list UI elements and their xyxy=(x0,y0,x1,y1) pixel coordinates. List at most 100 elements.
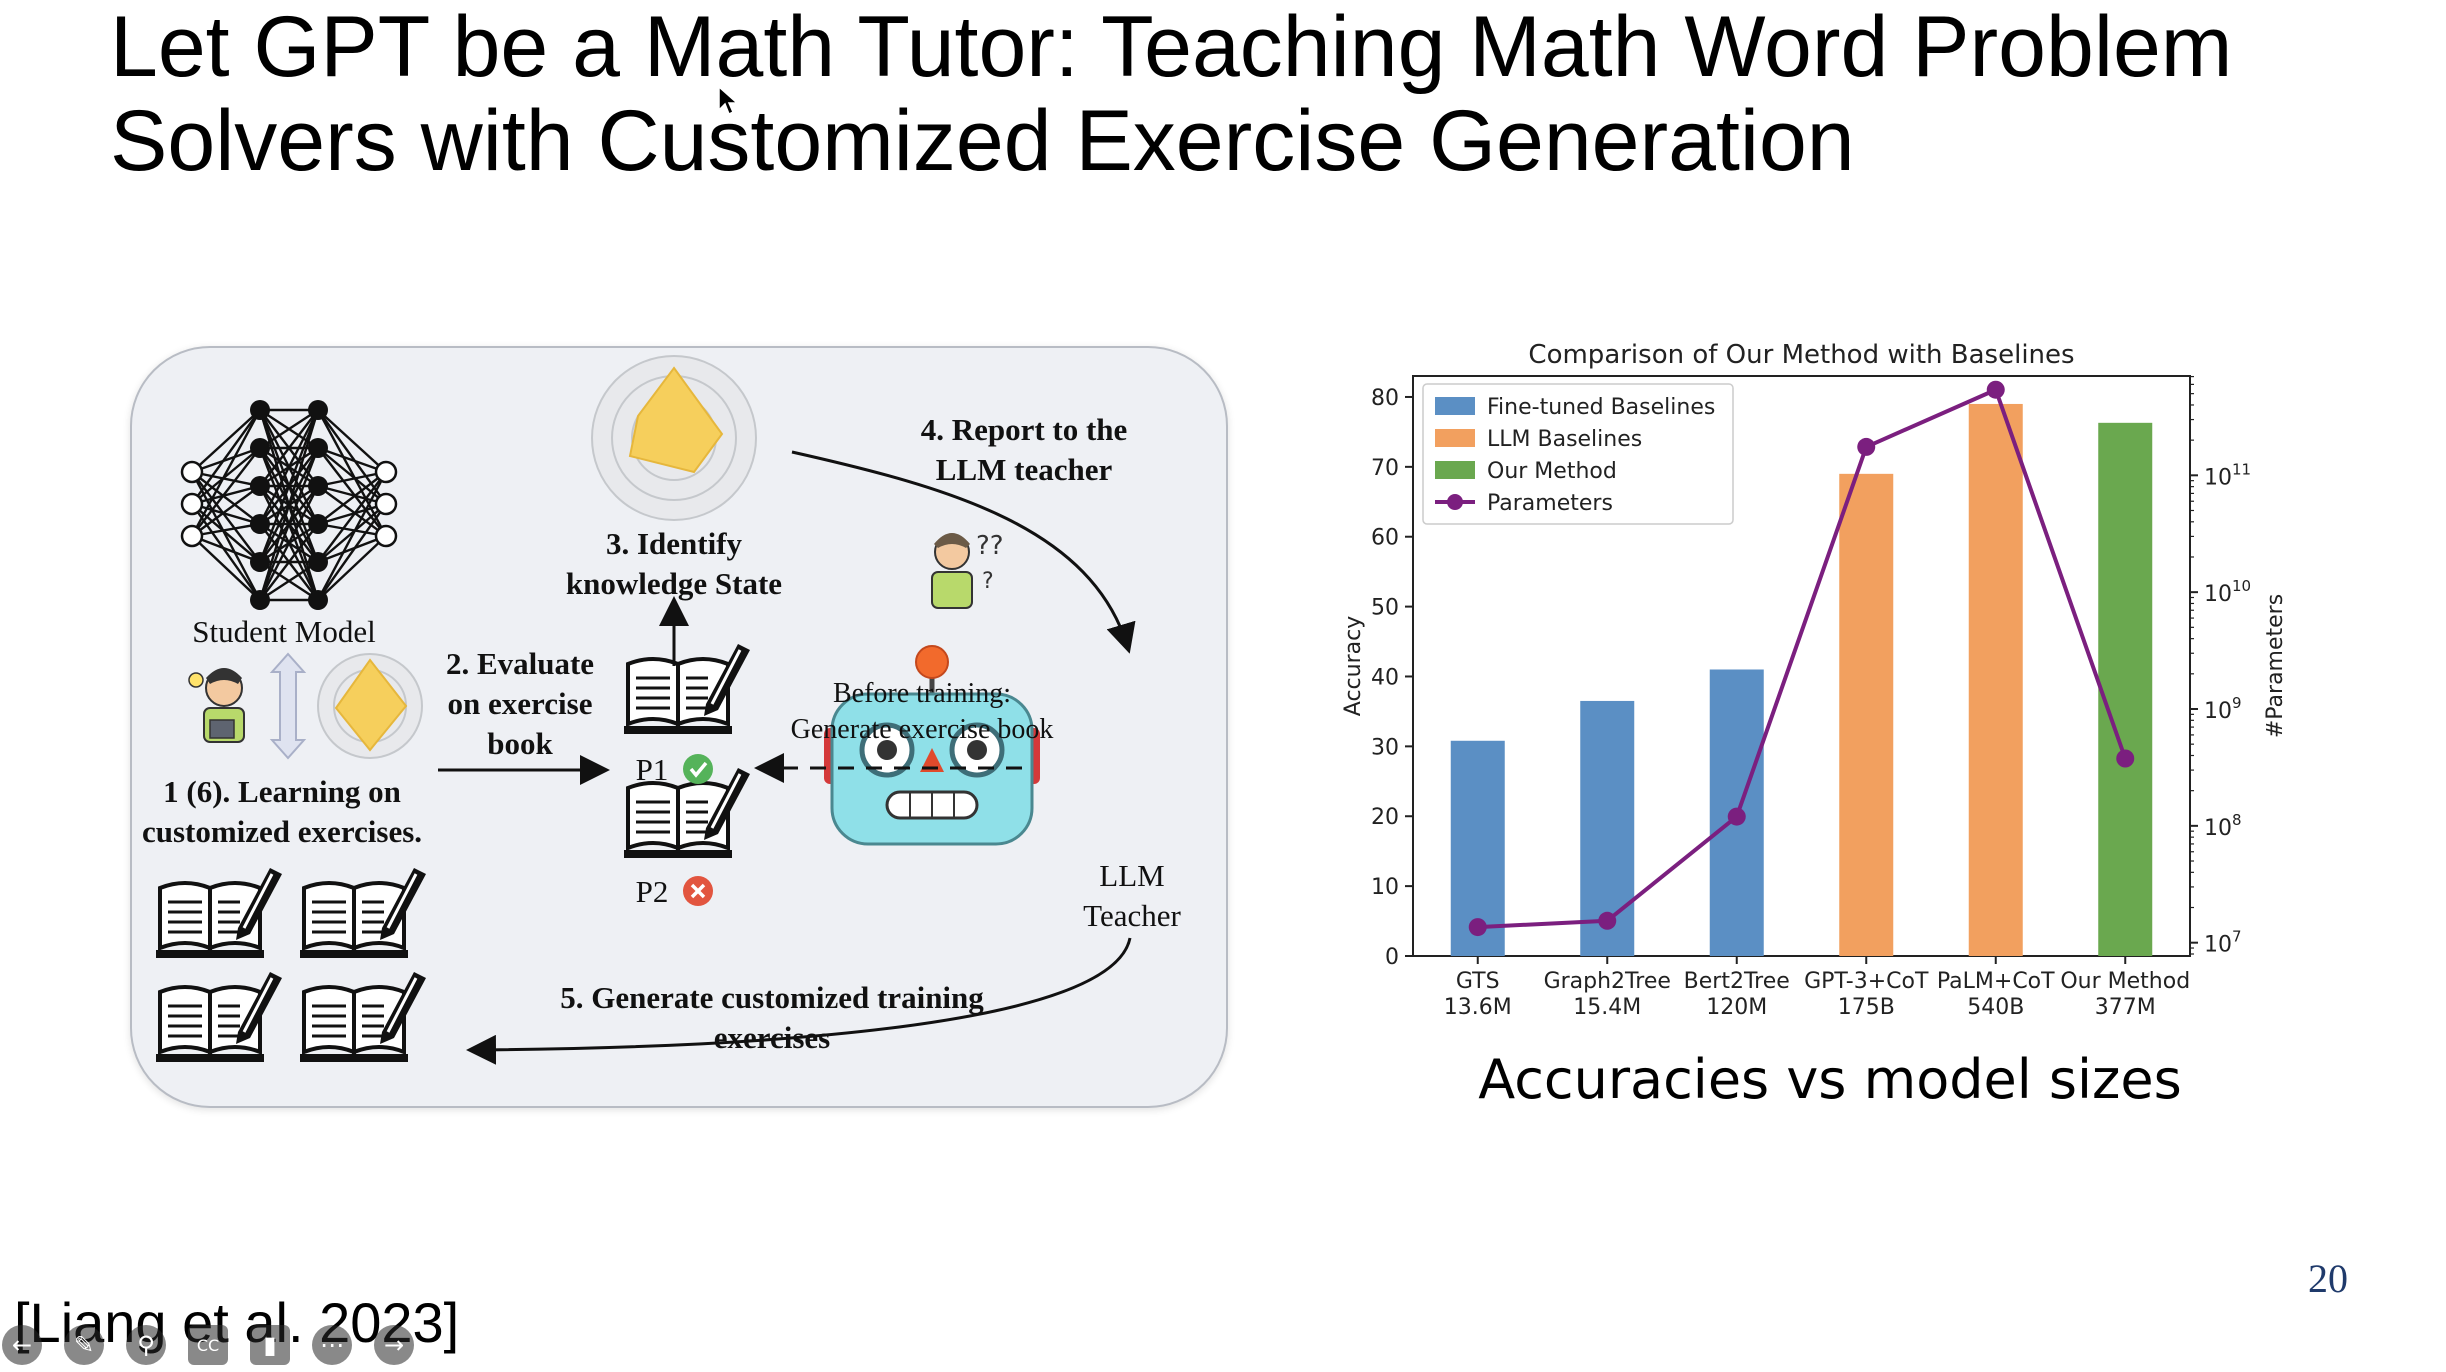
network-node xyxy=(308,438,328,458)
slide-title: Let GPT be a Math Tutor: Teaching Math W… xyxy=(110,0,2360,188)
parameter-point xyxy=(2116,749,2135,768)
svg-text:?: ? xyxy=(982,569,994,594)
network-node xyxy=(308,590,328,610)
training-book-icon xyxy=(156,868,282,958)
step1-line2: customized exercises. xyxy=(141,814,423,849)
y2-tick-label: 107 xyxy=(2204,928,2242,958)
chart-caption: Accuracies vs model sizes xyxy=(1478,1048,2182,1111)
bar xyxy=(1839,473,1894,956)
more-icon[interactable]: ⋯ xyxy=(312,1325,352,1365)
exchange-arrow-icon xyxy=(269,652,307,760)
svg-text:??: ?? xyxy=(976,531,1004,561)
x-tick-label: 377M xyxy=(2095,995,2156,1020)
step3-label: 3. Identify knowledge State xyxy=(534,524,814,604)
slide-title-line2: Solvers with Customized Exercise Generat… xyxy=(110,93,1855,189)
legend-label: Fine-tuned Baselines xyxy=(1487,395,1715,420)
legend-swatch xyxy=(1435,461,1475,479)
network-node xyxy=(180,492,204,516)
y2-tick-label: 1011 xyxy=(2204,460,2251,490)
y-tick-label: 70 xyxy=(1371,456,1399,481)
training-book-icon xyxy=(156,972,282,1062)
step4-line2: LLM teacher xyxy=(935,452,1113,487)
parameter-point xyxy=(1468,918,1487,937)
step2-label: 2. Evaluate on exercise book xyxy=(430,644,610,764)
chart-svg: Comparison of Our Method with Baselines 0… xyxy=(1341,340,2288,1020)
network-node xyxy=(308,400,328,420)
network-node xyxy=(374,460,398,484)
neural-network-icon xyxy=(190,408,388,602)
wrong-cross-icon xyxy=(683,876,713,906)
step2-line3: book xyxy=(487,726,553,761)
student-radar-icon xyxy=(317,653,423,759)
x-tick-label: GPT-3+CoT xyxy=(1804,969,1929,994)
parameter-point xyxy=(1598,911,1617,930)
legend-label: Our Method xyxy=(1487,459,1617,484)
teacher-line2: Teacher xyxy=(1083,898,1181,933)
y2-axis-label: #Parameters xyxy=(2263,594,2288,738)
network-node xyxy=(180,460,204,484)
cc-icon[interactable]: CC xyxy=(188,1325,228,1365)
y-tick-label: 50 xyxy=(1371,596,1399,621)
x-tick-label: GTS xyxy=(1456,969,1500,994)
correct-check-icon xyxy=(683,754,713,784)
back-arrow-icon[interactable]: ← xyxy=(2,1325,42,1365)
network-node xyxy=(308,552,328,572)
p2-label: P2 xyxy=(635,874,669,909)
step5-line2: exercises xyxy=(713,1020,831,1055)
y-axis-label: Accuracy xyxy=(1341,616,1366,716)
network-node xyxy=(250,590,270,610)
x-tick-label: 13.6M xyxy=(1444,995,1512,1020)
network-node xyxy=(180,524,204,548)
student-model-label: Student Model xyxy=(192,614,376,649)
step2-line2: on exercise xyxy=(447,686,593,721)
before-line1: Before training: xyxy=(832,678,1012,709)
step5-label: 5. Generate customized training exercise… xyxy=(512,978,1032,1058)
video-icon[interactable]: ▮ xyxy=(250,1325,290,1365)
presentation-toolbar: ← ✎ ⚲ CC ▮ ⋯ → xyxy=(0,1318,422,1372)
network-node xyxy=(250,514,270,534)
chart-legend: Fine-tuned Baselines LLM Baselines Our Met… xyxy=(1422,383,1734,525)
step4-line1: 4. Report to the xyxy=(920,412,1128,447)
y2-tick-label: 108 xyxy=(2204,811,2242,841)
before-line2: Generate exercise book xyxy=(790,714,1054,745)
before-training-label: Before training: Generate exercise book xyxy=(742,676,1102,748)
x-tick-label: Graph2Tree xyxy=(1544,969,1671,994)
y-tick-label: 10 xyxy=(1371,875,1399,900)
y-tick-label: 40 xyxy=(1371,665,1399,690)
training-book-icon xyxy=(300,868,426,958)
x-tick-label: Our Method xyxy=(2060,969,2190,994)
legend-swatch xyxy=(1435,429,1475,447)
parameter-point xyxy=(1857,437,1876,456)
bar xyxy=(2098,422,2153,956)
y-tick-label: 20 xyxy=(1371,805,1399,830)
zoom-icon[interactable]: ⚲ xyxy=(126,1325,166,1365)
network-node xyxy=(308,514,328,534)
network-node xyxy=(374,524,398,548)
network-node xyxy=(374,492,398,516)
forward-arrow-icon[interactable]: → xyxy=(374,1325,414,1365)
legend-swatch xyxy=(1435,397,1475,415)
x-tick-label: Bert2Tree xyxy=(1684,969,1790,994)
parameter-point xyxy=(1727,807,1746,826)
network-node xyxy=(250,400,270,420)
y-tick-label: 80 xyxy=(1371,386,1399,411)
mouse-cursor-icon xyxy=(718,86,739,116)
step1-label: 1 (6). Learning on customized exercises. xyxy=(132,772,462,852)
pen-icon[interactable]: ✎ xyxy=(64,1325,104,1365)
x-tick-label: 120M xyxy=(1706,995,1767,1020)
network-node xyxy=(250,476,270,496)
slide-title-line1: Let GPT be a Math Tutor: Teaching Math W… xyxy=(110,0,2233,95)
teacher-thinking-icon: ?? ? xyxy=(931,531,1004,609)
student-person-icon xyxy=(188,668,245,743)
y-tick-label: 30 xyxy=(1371,735,1399,760)
legend-label: LLM Baselines xyxy=(1487,427,1642,452)
step3-line1: 3. Identify xyxy=(605,526,743,561)
parameter-point xyxy=(1986,380,2005,399)
legend-label: Parameters xyxy=(1487,491,1613,516)
y-tick-label: 60 xyxy=(1371,526,1399,551)
x-tick-label: 540B xyxy=(1967,995,2024,1020)
chart-title: Comparison of Our Method with Baselines xyxy=(1528,340,2074,370)
step2-line1: 2. Evaluate xyxy=(445,646,595,681)
bar xyxy=(1968,403,2023,957)
page-number: 20 xyxy=(2308,1256,2348,1301)
